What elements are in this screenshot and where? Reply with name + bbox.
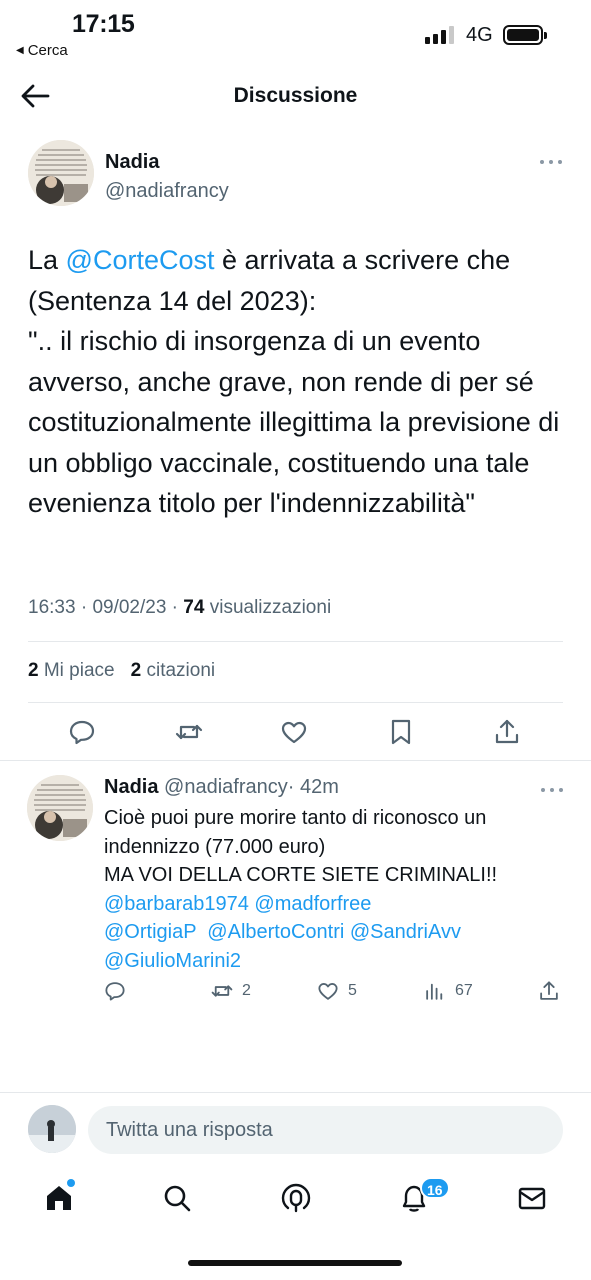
quotes-label: citazioni (146, 660, 216, 681)
messages-icon (518, 1187, 546, 1210)
network-type: 4G (466, 24, 493, 46)
back-app-label: Cerca (27, 42, 68, 59)
status-bar: 17:15 ◀ Cerca 4G (0, 0, 591, 66)
unread-dot (67, 1179, 75, 1187)
tweet-text-body: è arrivata a scrivere che (Sentenza 14 d… (28, 245, 560, 518)
views-label: visualizzazioni (209, 597, 332, 618)
reply-icon (105, 982, 125, 1001)
page-title: Discussione (233, 84, 358, 107)
retweet-icon (211, 985, 233, 997)
reply-like-button[interactable]: 5 (317, 980, 357, 1002)
more-options-icon[interactable] (540, 160, 562, 166)
tweet-age: · 42m (287, 776, 339, 798)
divider (28, 641, 563, 642)
share-icon[interactable] (493, 718, 521, 746)
notifications-badge: 16 (420, 1177, 450, 1199)
tweet-text: La @CorteCost è arrivata a scrivere che … (28, 240, 568, 524)
reply-input[interactable] (88, 1106, 563, 1154)
views-icon (426, 983, 443, 1000)
quotes-stat[interactable]: 2 citazioni (131, 660, 216, 681)
mention-links-line3[interactable]: @GiulioMarini2 (104, 950, 241, 972)
reply-action-bar: 2 5 67 (104, 980, 564, 1010)
retweet-icon[interactable] (175, 718, 203, 746)
main-tweet: Nadia @nadiafrancy La @CorteCost è arriv… (28, 140, 568, 700)
author-handle[interactable]: @nadiafrancy (164, 776, 288, 798)
back-to-app-link[interactable]: ◀ Cerca (16, 42, 68, 59)
views-count: 74 (183, 597, 205, 618)
reply-icon[interactable] (68, 718, 96, 746)
author-name[interactable]: Nadia (105, 151, 159, 174)
more-options-icon[interactable] (541, 788, 563, 794)
avatar[interactable] (28, 1105, 76, 1153)
battery-icon (503, 25, 547, 45)
like-count: 5 (348, 982, 357, 999)
cellular-signal-icon (425, 24, 454, 44)
tab-spaces[interactable] (280, 1182, 316, 1218)
reply-views-button[interactable]: 67 (424, 980, 473, 1002)
tab-messages[interactable] (516, 1182, 552, 1218)
bookmark-icon[interactable] (387, 718, 415, 746)
home-indicator (188, 1260, 402, 1266)
engagement-stats: 2 Mi piace 2 citazioni (28, 660, 215, 682)
reply-tweet[interactable]: Nadia @nadiafrancy· 42m Cioè puoi pure m… (0, 760, 591, 1040)
like-icon[interactable] (280, 718, 308, 746)
views-count: 67 (455, 982, 473, 999)
reply-text: Cioè puoi pure morire tanto di riconosco… (104, 804, 564, 975)
tweet-date[interactable]: 09/02/23 (92, 597, 166, 618)
share-icon (540, 981, 558, 1000)
likes-label: Mi piace (43, 660, 115, 681)
tweet-time[interactable]: 16:33 (28, 597, 76, 618)
author-handle[interactable]: @nadiafrancy (105, 180, 229, 203)
reply-reply-button[interactable] (104, 980, 126, 1002)
tweet-action-bar (0, 700, 591, 760)
reply-header: Nadia @nadiafrancy· 42m (104, 776, 339, 799)
likes-stat[interactable]: 2 Mi piace (28, 660, 115, 681)
avatar[interactable] (28, 140, 94, 206)
status-time: 17:15 (72, 10, 135, 38)
like-icon (318, 983, 338, 1000)
back-triangle-icon: ◀ (16, 45, 24, 56)
spaces-icon (281, 1183, 311, 1213)
reply-composer (0, 1092, 591, 1172)
quotes-count: 2 (130, 660, 142, 681)
nav-header: Discussione (0, 68, 591, 124)
reply-text-body: Cioè puoi pure morire tanto di riconosco… (104, 807, 498, 886)
reply-retweet-button[interactable]: 2 (211, 980, 251, 1002)
tweet-text-prefix: La (28, 245, 66, 275)
mention-links-line1[interactable]: @barbarab1974 @madforfree (104, 893, 371, 915)
author-name[interactable]: Nadia (104, 776, 158, 798)
likes-count: 2 (28, 660, 39, 681)
mention-links-line2[interactable]: @OrtigiaP @AlbertoContri @SandriAvv (104, 921, 461, 943)
tweet-meta: 16:33 · 09/02/23 · 74 visualizzazioni (28, 597, 332, 618)
mention-link[interactable]: @CorteCost (66, 245, 215, 275)
retweet-count: 2 (242, 982, 251, 999)
avatar[interactable] (27, 775, 93, 841)
tab-search[interactable] (161, 1182, 197, 1218)
reply-share-button[interactable] (538, 980, 560, 1002)
search-icon (164, 1185, 191, 1212)
tab-home[interactable] (43, 1182, 79, 1218)
